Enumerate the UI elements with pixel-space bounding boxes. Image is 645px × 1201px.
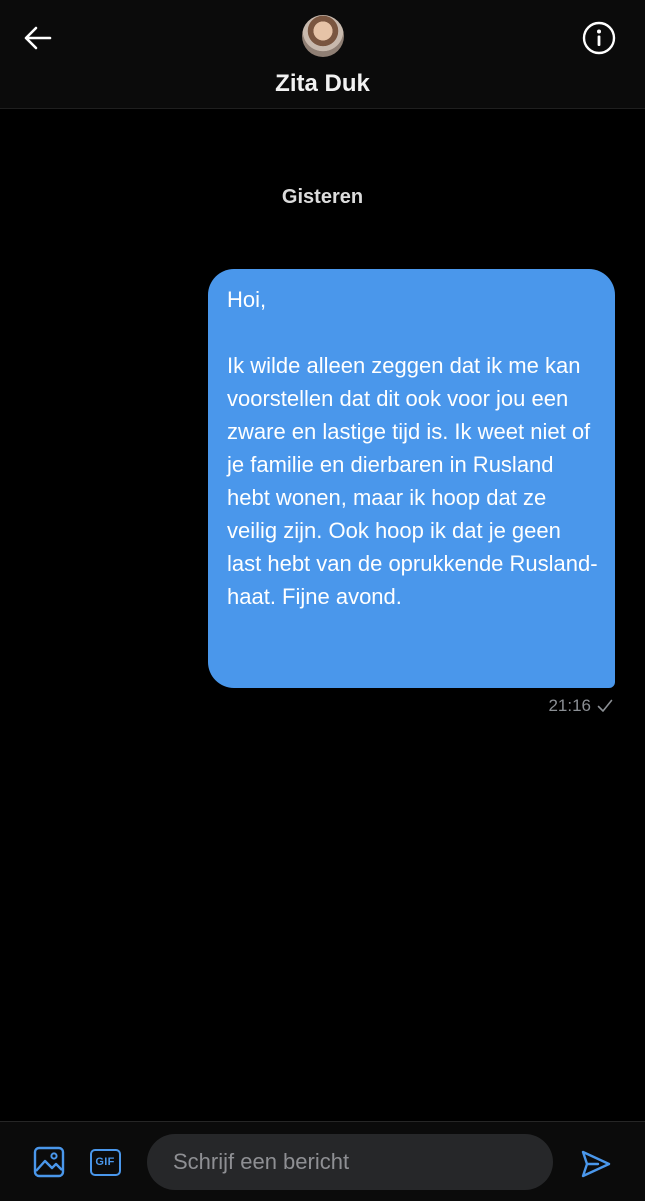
info-button[interactable] (579, 18, 619, 58)
back-button[interactable] (18, 18, 58, 58)
arrow-left-icon (24, 26, 52, 50)
message-meta: 21:16 (548, 696, 613, 716)
contact-avatar[interactable] (302, 15, 344, 57)
gif-button[interactable]: GIF (87, 1144, 123, 1180)
gif-icon: GIF (89, 1148, 121, 1176)
date-separator: Gisteren (281, 186, 364, 208)
message-bubble[interactable]: Hoi, Ik wilde alleen zeggen dat ik me ka… (208, 269, 615, 688)
info-icon (582, 21, 616, 55)
message-composer: GIF (0, 1121, 645, 1201)
conversation-header: Zita Duk (0, 0, 645, 109)
message-time: 21:16 (548, 696, 591, 715)
send-button[interactable] (576, 1144, 616, 1184)
image-icon (33, 1146, 65, 1178)
contact-name[interactable]: Zita Duk (0, 70, 645, 98)
send-icon (581, 1150, 611, 1178)
media-button[interactable] (31, 1144, 67, 1180)
message-input[interactable] (147, 1134, 553, 1190)
checkmark-icon (597, 699, 613, 712)
